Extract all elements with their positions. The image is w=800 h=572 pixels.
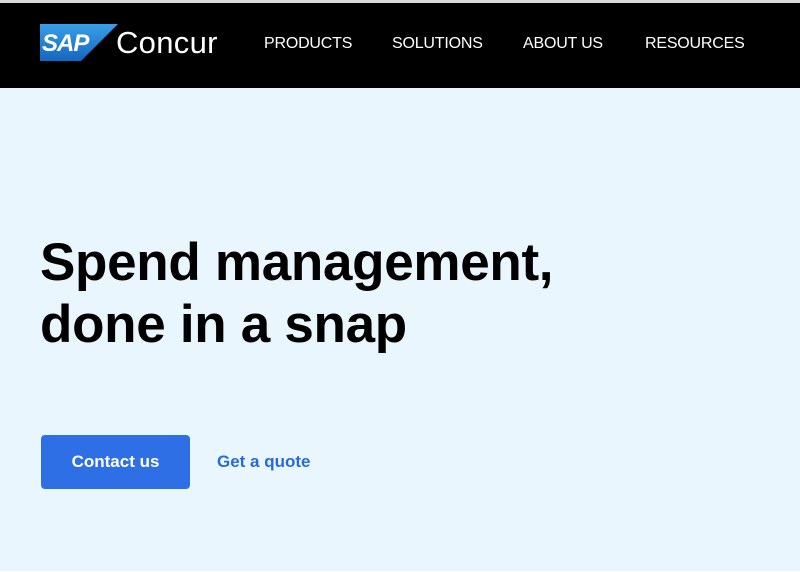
header-top-border bbox=[0, 0, 800, 3]
sap-logo-text: SAP bbox=[42, 30, 90, 57]
nav-about-us[interactable]: ABOUT US bbox=[523, 35, 603, 53]
brand-name: Concur bbox=[116, 25, 218, 60]
nav-solutions[interactable]: SOLUTIONS bbox=[392, 35, 483, 53]
contact-us-button[interactable]: Contact us bbox=[41, 435, 190, 489]
sap-logo-icon: SAP bbox=[40, 24, 118, 61]
sap-concur-logo[interactable]: SAP Concur bbox=[40, 24, 218, 61]
nav-products[interactable]: PRODUCTS bbox=[264, 35, 352, 53]
hero-title-line-2: done in a snap bbox=[40, 295, 407, 354]
hero-title-line-1: Spend management, bbox=[40, 233, 554, 292]
get-a-quote-link[interactable]: Get a quote bbox=[217, 452, 311, 472]
hero-title: Spend management, done in a snap bbox=[40, 232, 760, 356]
nav-resources[interactable]: RESOURCES bbox=[645, 35, 745, 53]
site-header: SAP Concur PRODUCTS SOLUTIONS ABOUT US R… bbox=[0, 0, 800, 88]
